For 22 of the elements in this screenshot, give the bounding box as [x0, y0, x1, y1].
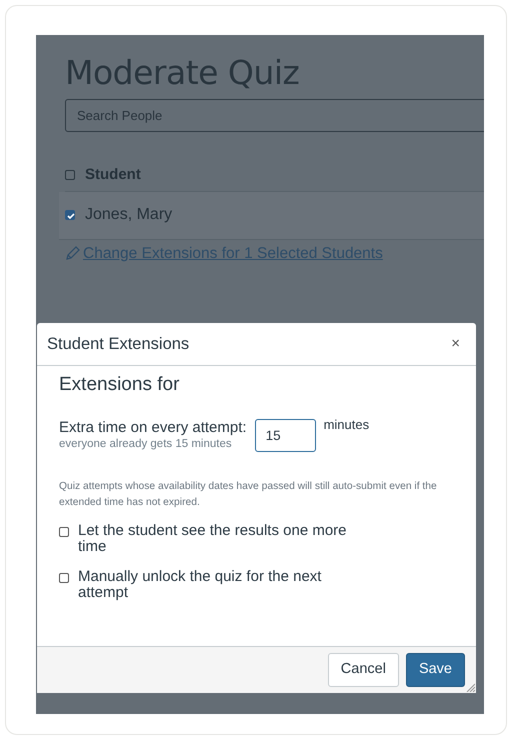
close-button[interactable]: ×	[451, 332, 460, 356]
search-field[interactable]: Search People	[65, 98, 484, 132]
field-hint: everyone already gets 15 minutes	[59, 436, 233, 452]
note-text: Quiz attempts whose availability dates have passed will still auto-submit even if the extended time has not expired.	[59, 480, 438, 510]
field-label: Extra time on every attempt:	[59, 418, 247, 436]
page-title: Moderate Quiz	[65, 53, 300, 93]
pencil-icon	[65, 245, 81, 262]
select-all-checkbox[interactable]	[65, 170, 75, 180]
option-checkbox[interactable]	[59, 527, 69, 538]
dialog-heading: Extensions for	[59, 374, 180, 397]
resize-grip-icon[interactable]	[466, 683, 475, 692]
column-header: Student	[85, 164, 141, 185]
minutes-input[interactable]: 15	[254, 419, 316, 452]
student-name: Jones, Mary	[85, 205, 172, 226]
option-checkbox[interactable]	[59, 573, 69, 584]
option-label: Manually unlock the quiz for the next attempt	[78, 569, 322, 602]
dialog-title: Student Extensions	[47, 334, 190, 355]
option-label: Let the student see the results one more time	[78, 523, 348, 556]
row-checkbox[interactable]	[65, 210, 75, 220]
cancel-button[interactable]: Cancel	[328, 653, 399, 687]
save-button[interactable]: Save	[406, 653, 465, 687]
unit-label: minutes	[324, 416, 370, 434]
